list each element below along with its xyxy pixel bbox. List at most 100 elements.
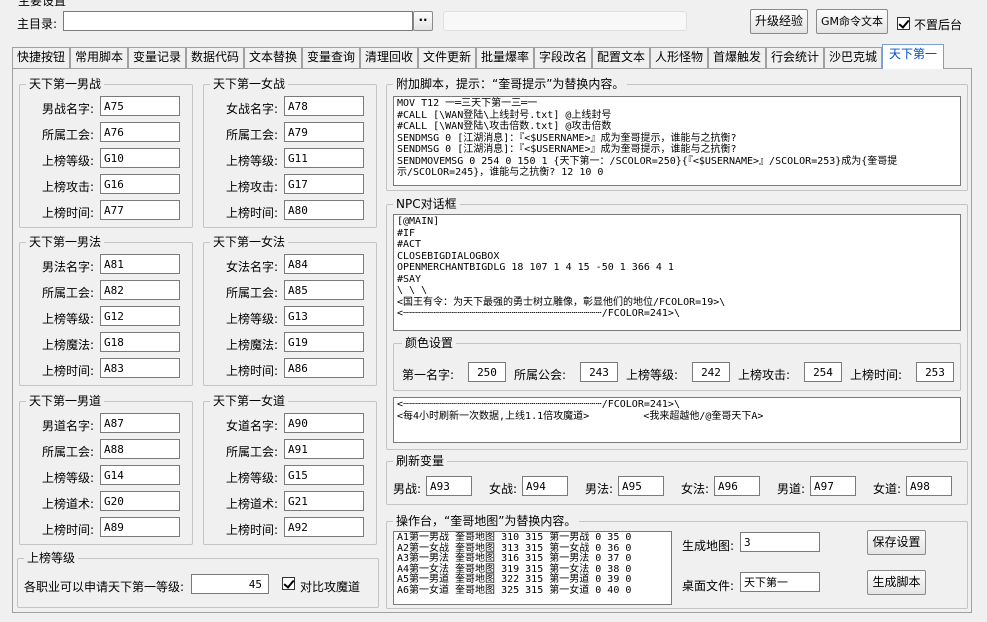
tab-10[interactable]: 配置文本: [592, 47, 650, 68]
desk-file-input[interactable]: 天下第一: [740, 572, 820, 592]
field-label: 上榜时间:: [41, 364, 94, 378]
tab-bar: 快捷按钮 常用脚本 变量记录 数据代码 文本替换 变量查询 清理回收 文件更新 批量爆率 字段改名…: [12, 44, 972, 69]
field-input[interactable]: G12: [100, 306, 180, 326]
npc-dialog-textarea[interactable]: [@MAIN] #IF #ACT CLOSEBIGDIALOGBOX OPENM…: [393, 214, 961, 331]
color-input[interactable]: 253: [916, 362, 954, 382]
field-input[interactable]: A76: [100, 122, 180, 142]
level-label: 各职业可以申请天下第一等级:: [24, 580, 185, 594]
tab-2[interactable]: 变量记录: [128, 47, 186, 68]
field-input[interactable]: A91: [284, 439, 364, 459]
field-input[interactable]: G13: [284, 306, 364, 326]
field-label: 男法名字:: [41, 260, 94, 274]
field-input[interactable]: G16: [100, 174, 180, 194]
field-input[interactable]: G19: [284, 332, 364, 352]
field-label: 上榜时间:: [41, 523, 94, 537]
field-input[interactable]: A82: [100, 280, 180, 300]
field-input[interactable]: A84: [284, 254, 364, 274]
field-input[interactable]: A80: [284, 200, 364, 220]
field-input[interactable]: A79: [284, 122, 364, 142]
field-input[interactable]: G14: [100, 465, 180, 485]
field-input[interactable]: G10: [100, 148, 180, 168]
extra-script-textarea[interactable]: MOV T12 一═三天下第一三═一 #CALL [\WAN登陆\上线封号.tx…: [393, 96, 961, 186]
field-input[interactable]: G15: [284, 465, 364, 485]
color-input[interactable]: 250: [468, 362, 506, 382]
field-input[interactable]: A78: [284, 96, 364, 116]
refresh-input[interactable]: A97: [810, 476, 856, 496]
tab-7[interactable]: 文件更新: [418, 47, 476, 68]
group-caption: 天下第一女法: [210, 235, 289, 249]
window-title-partial: 主要设置: [18, 0, 67, 8]
refresh-input[interactable]: A95: [618, 476, 664, 496]
field-input[interactable]: A81: [100, 254, 180, 274]
field-input[interactable]: A87: [100, 413, 180, 433]
group-npc-dialog: NPC对话框 [@MAIN] #IF #ACT CLOSEBIGDIALOGBO…: [386, 197, 968, 450]
tab-12[interactable]: 首爆触发: [708, 47, 766, 68]
field-label: 上榜时间:: [41, 206, 94, 220]
tab-14[interactable]: 沙巴克城: [824, 47, 882, 68]
browse-button[interactable]: ··: [413, 11, 433, 31]
group-caption: 天下第一女道: [210, 394, 289, 408]
group-male-warrior: 天下第一男战 男战名字: A75 所属工会: A76 上榜等级: G10 上榜攻击: G16 上…: [19, 77, 193, 228]
save-settings-button[interactable]: 保存设置: [867, 530, 926, 555]
tab-6[interactable]: 清理回收: [360, 47, 418, 68]
field-input[interactable]: G18: [100, 332, 180, 352]
generate-script-button[interactable]: 生成脚本: [867, 570, 926, 595]
group-caption: NPC对话框: [393, 197, 460, 211]
field-input[interactable]: A86: [284, 358, 364, 378]
group-caption: 操作台，“奎哥地图”为替换内容。: [393, 514, 580, 528]
main-dir-label: 主目录:: [17, 17, 58, 31]
tab-15[interactable]: 天下第一: [882, 44, 944, 69]
field-label: 所属工会:: [225, 286, 278, 300]
group-caption: 颜色设置: [402, 336, 457, 350]
topmost-checkbox[interactable]: [897, 17, 910, 30]
field-input[interactable]: G21: [284, 491, 364, 511]
field-input[interactable]: A75: [100, 96, 180, 116]
level-input[interactable]: 45: [191, 574, 269, 594]
tab-5[interactable]: 变量查询: [302, 47, 360, 68]
field-input[interactable]: G11: [284, 148, 364, 168]
field-input[interactable]: A77: [100, 200, 180, 220]
compare-checkbox[interactable]: [282, 577, 295, 590]
upgrade-exp-button[interactable]: 升级经验: [750, 9, 808, 34]
refresh-label: 男法:: [585, 482, 614, 496]
color-input[interactable]: 242: [692, 362, 730, 382]
field-input[interactable]: A90: [284, 413, 364, 433]
refresh-input[interactable]: A94: [522, 476, 568, 496]
refresh-input[interactable]: A93: [426, 476, 472, 496]
status-field: [443, 11, 687, 31]
console-textarea[interactable]: A1第一男战 奎哥地图 310 315 第一男战 0 35 0 A2第一女战 奎…: [393, 531, 672, 605]
tab-0[interactable]: 快捷按钮: [12, 47, 70, 68]
color-input[interactable]: 243: [580, 362, 618, 382]
refresh-input[interactable]: A96: [714, 476, 760, 496]
group-caption: 刷新变量: [393, 454, 448, 468]
tab-4[interactable]: 文本替换: [244, 47, 302, 68]
npc-dialog-footer-textarea[interactable]: <┄┄┄┄┄┄┄┄┄┄┄┄┄┄┄┄┄┄┄┄┄┄┄┄┄┄┄┄┄┄┄┄┄/FCOLO…: [393, 397, 961, 443]
field-input[interactable]: A83: [100, 358, 180, 378]
tab-11[interactable]: 人形怪物: [650, 47, 708, 68]
gm-command-button[interactable]: GM命令文本: [816, 9, 888, 34]
field-input[interactable]: A89: [100, 517, 180, 537]
gen-map-input[interactable]: 3: [740, 532, 820, 552]
field-label: 男战名字:: [41, 102, 94, 116]
main-dir-input[interactable]: [63, 11, 413, 31]
field-label: 所属工会:: [41, 128, 94, 142]
field-input[interactable]: A88: [100, 439, 180, 459]
field-label: 上榜魔法:: [225, 338, 278, 352]
field-input[interactable]: G17: [284, 174, 364, 194]
color-input[interactable]: 254: [804, 362, 842, 382]
field-label: 上榜攻击:: [41, 180, 94, 194]
refresh-input[interactable]: A98: [906, 476, 952, 496]
color-label: 上榜等级:: [626, 368, 679, 382]
field-input[interactable]: G20: [100, 491, 180, 511]
tab-8[interactable]: 批量爆率: [476, 47, 534, 68]
tab-3[interactable]: 数据代码: [186, 47, 244, 68]
tab-1[interactable]: 常用脚本: [70, 47, 128, 68]
color-label: 第一名字:: [402, 368, 455, 382]
field-label: 上榜等级:: [225, 471, 278, 485]
field-input[interactable]: A92: [284, 517, 364, 537]
group-caption: 附加脚本，提示：“奎哥提示”为替换内容。: [393, 77, 628, 91]
tab-13[interactable]: 行会统计: [766, 47, 824, 68]
tab-9[interactable]: 字段改名: [534, 47, 592, 68]
field-input[interactable]: A85: [284, 280, 364, 300]
group-female-mage: 天下第一女法 女法名字: A84 所属工会: A85 上榜等级: G13 上榜魔法: G19 上…: [203, 235, 377, 386]
